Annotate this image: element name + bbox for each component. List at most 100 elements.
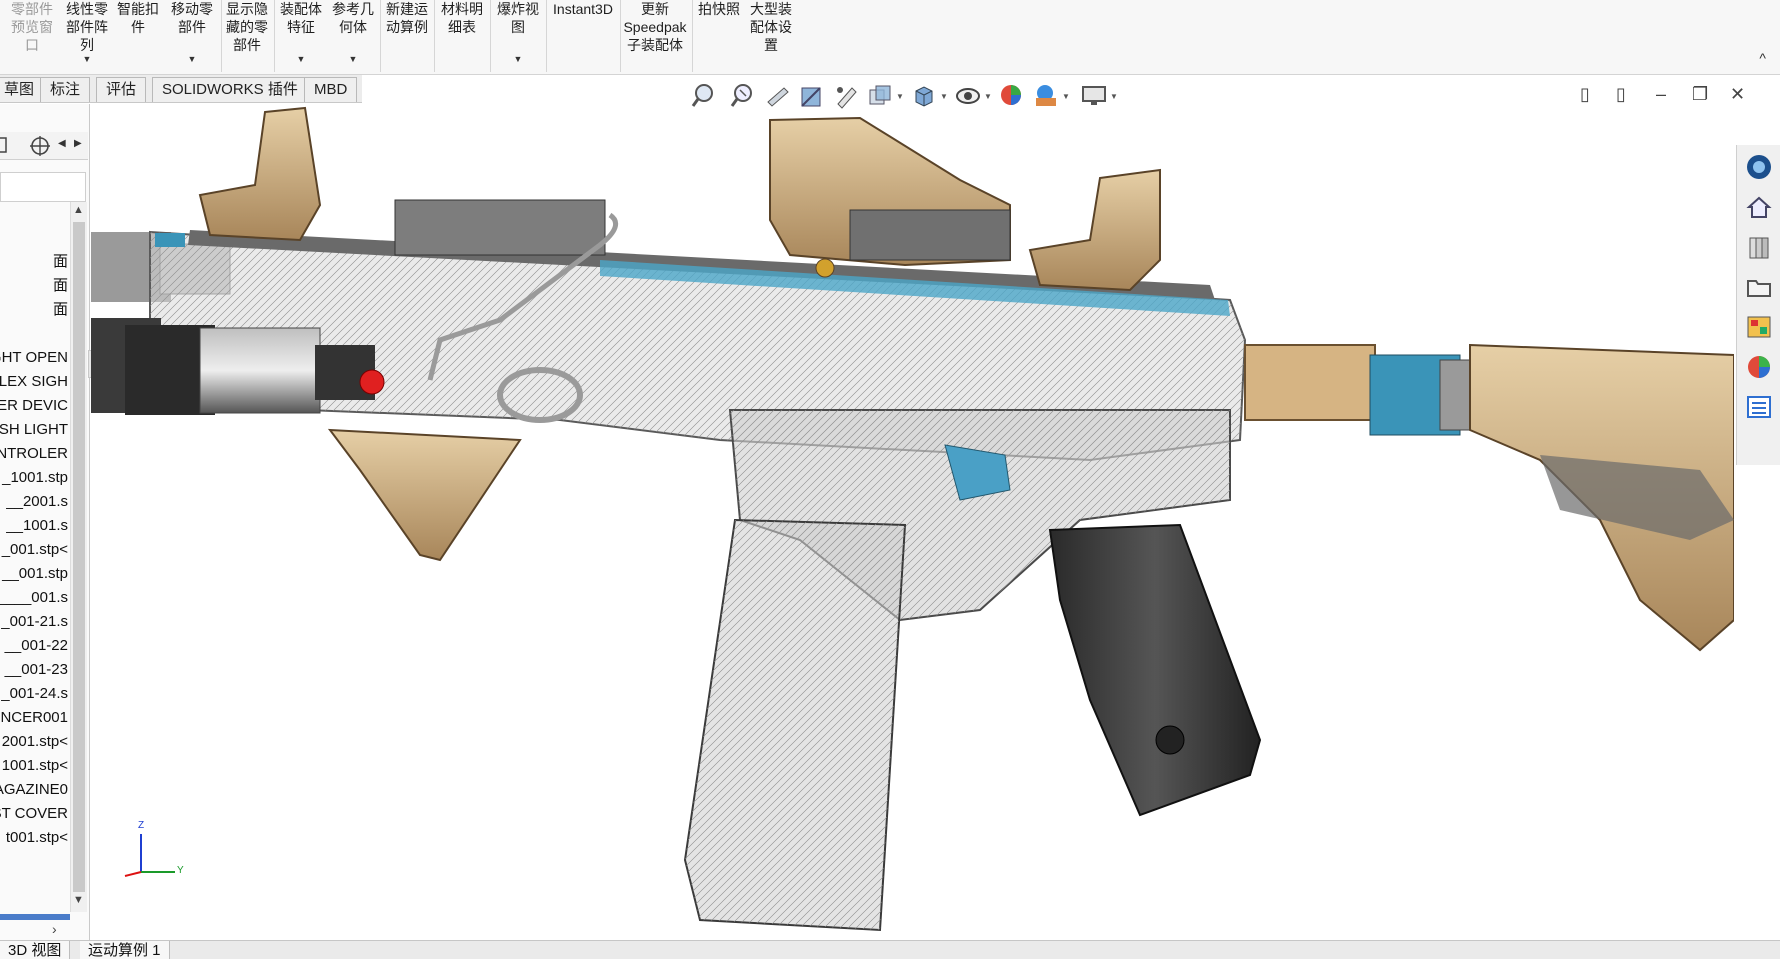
split-right-icon[interactable]: ▯ <box>1616 84 1626 105</box>
tree-item-label: _001-21.s <box>1 613 68 630</box>
tab-scroll-left-icon[interactable]: ◀ <box>58 138 66 162</box>
dropdown-arrow-icon[interactable]: ▼ <box>166 54 218 64</box>
tree-item[interactable]: _001.stp< <box>0 538 70 562</box>
tab-solidworks-addins[interactable]: SOLIDWORKS 插件 <box>152 77 308 102</box>
split-left-icon[interactable]: ▯ <box>1580 84 1590 105</box>
scroll-down-icon[interactable]: ▼ <box>73 894 84 906</box>
tree-item[interactable]: ENCER001 <box>0 706 70 730</box>
close-icon[interactable]: ✕ <box>1730 84 1745 105</box>
instant3d-button[interactable]: Instant3D <box>548 0 618 72</box>
tree-item[interactable]: 面 <box>0 298 70 322</box>
dropdown-arrow-icon[interactable]: ▼ <box>328 54 378 64</box>
tab-mbd[interactable]: MBD <box>304 77 358 102</box>
tree-item[interactable]: __1001.s <box>0 514 70 538</box>
tree-item[interactable]: _001-24.s <box>0 682 70 706</box>
config-manager-tab-icon[interactable] <box>28 134 54 158</box>
home-icon[interactable] <box>1745 193 1773 221</box>
tree-item[interactable]: SER DEVIC <box>0 394 70 418</box>
dropdown-arrow-icon[interactable]: ▼ <box>940 92 948 101</box>
tree-item[interactable]: 1001.stp< <box>0 754 70 778</box>
ribbon-button-label: 更新 Speedpak 子装配体 <box>623 1 687 53</box>
exploded-view-button[interactable]: 爆炸视 图 ▼ <box>492 0 544 72</box>
dropdown-arrow-icon[interactable]: ▼ <box>984 92 992 101</box>
tree-item[interactable]: AGAZINE0 <box>0 778 70 802</box>
dropdown-arrow-icon[interactable]: ▼ <box>1062 92 1070 101</box>
dropdown-arrow-icon[interactable]: ▼ <box>62 54 112 64</box>
appearances-scenes-icon[interactable] <box>1745 353 1773 381</box>
previous-view-icon[interactable] <box>764 82 792 110</box>
dropdown-arrow-icon[interactable]: ▼ <box>276 54 326 64</box>
tree-item[interactable]: FLEX SIGH <box>0 370 70 394</box>
bill-of-materials-button[interactable]: 材料明 细表 <box>436 0 488 72</box>
view-palette-icon[interactable] <box>1745 313 1773 341</box>
zoom-to-fit-icon[interactable] <box>690 82 718 110</box>
tree-item[interactable]: ST COVER <box>0 802 70 826</box>
scrollbar-thumb[interactable] <box>73 222 85 892</box>
take-snapshot-button[interactable]: 拍快照 <box>694 0 744 72</box>
tree-item[interactable]: __2001.s <box>0 490 70 514</box>
tree-item[interactable]: 面 <box>0 250 70 274</box>
dynamic-annotation-icon[interactable] <box>832 82 860 110</box>
view-settings-icon[interactable] <box>1080 82 1108 110</box>
section-view-glyph <box>801 87 821 107</box>
reference-geometry-button[interactable]: 参考几 何体 ▼ <box>328 0 378 72</box>
smart-fasteners-button[interactable]: 智能扣 件 <box>114 0 162 72</box>
tab-3d-view[interactable]: 3D 视图 <box>0 941 71 959</box>
display-style-icon[interactable] <box>910 82 938 110</box>
feature-filter-box[interactable] <box>0 172 86 202</box>
tree-item[interactable]: t001.stp< <box>0 826 70 850</box>
tab-scroll-right-icon[interactable]: ▶ <box>74 138 82 162</box>
tree-item[interactable]: __001.stp <box>0 562 70 586</box>
tree-item[interactable]: 面 <box>0 274 70 298</box>
tree-item[interactable]: __001-22 <box>0 634 70 658</box>
tree-item[interactable]: NTROLER <box>0 442 70 466</box>
assembly-features-button[interactable]: 装配体 特征 ▼ <box>276 0 326 72</box>
rear-sight-part <box>1028 168 1161 292</box>
dropdown-arrow-icon[interactable]: ▼ <box>1110 92 1118 101</box>
tree-item[interactable]: LIGHT OPEN <box>0 346 70 370</box>
new-motion-study-button[interactable]: 新建运 动算例 <box>382 0 432 72</box>
large-assembly-settings-button[interactable]: 大型装 配体设 置 <box>746 0 796 72</box>
tree-item[interactable]: _1001.stp <box>0 466 70 490</box>
dropdown-arrow-icon[interactable]: ▼ <box>492 54 544 64</box>
tree-item[interactable]: ____001.s <box>0 586 70 610</box>
tab-markup[interactable]: 标注 <box>40 77 91 102</box>
dropdown-arrow-icon[interactable]: ▼ <box>896 92 904 101</box>
collapse-ribbon-icon[interactable]: ^ <box>1759 50 1766 66</box>
ribbon-button-label: 装配体 特征 <box>280 1 322 35</box>
component-preview-window-button[interactable]: 零部件 预览窗 口 <box>4 0 60 72</box>
tree-item[interactable]: _001-21.s <box>0 610 70 634</box>
tab-evaluate[interactable]: 评估 <box>96 77 147 102</box>
property-manager-tab-icon[interactable] <box>0 134 10 158</box>
scroll-up-icon[interactable]: ▲ <box>73 204 84 216</box>
file-explorer-icon[interactable] <box>1745 273 1773 301</box>
restore-icon[interactable]: ❐ <box>1692 84 1708 105</box>
ribbon-button-label: 材料明 细表 <box>441 1 483 35</box>
tree-horizontal-scrollbar[interactable] <box>0 914 70 920</box>
apply-scene-icon[interactable] <box>1032 82 1060 110</box>
update-speedpak-button[interactable]: 更新 Speedpak 子装配体 <box>622 0 688 72</box>
tree-item[interactable]: __001-23 <box>0 658 70 682</box>
custom-properties-icon[interactable] <box>1745 393 1773 421</box>
design-library-icon[interactable] <box>1745 233 1773 261</box>
edit-appearance-icon[interactable] <box>998 82 1026 110</box>
linear-component-pattern-button[interactable]: 线性零 部件阵 列 ▼ <box>62 0 112 72</box>
tree-vertical-scrollbar[interactable]: ▲ ▼ <box>70 202 87 912</box>
tab-sketch[interactable]: 草图 <box>0 77 45 102</box>
tree-item-label: FLEX SIGH <box>0 373 68 390</box>
scroll-right-icon[interactable]: › <box>52 921 57 937</box>
eye-glyph <box>956 88 980 104</box>
section-view-icon[interactable] <box>798 82 826 110</box>
hide-show-items-icon[interactable] <box>954 82 982 110</box>
solidworks-resources-icon[interactable] <box>1745 153 1773 181</box>
view-orientation-icon[interactable] <box>866 82 894 110</box>
zoom-to-area-icon[interactable] <box>728 82 756 110</box>
move-component-button[interactable]: 移动零 部件 ▼ <box>166 0 218 72</box>
triad-y-label: Y <box>177 865 184 876</box>
minimize-icon[interactable]: – <box>1656 84 1666 105</box>
tree-item[interactable]: ASH LIGHT <box>0 418 70 442</box>
tree-item[interactable]: 2001.stp< <box>0 730 70 754</box>
graphics-area[interactable] <box>91 104 1734 940</box>
show-hidden-components-button[interactable]: 显示隐 藏的零 部件 <box>222 0 272 72</box>
tab-motion-study-1[interactable]: 运动算例 1 <box>80 941 170 959</box>
